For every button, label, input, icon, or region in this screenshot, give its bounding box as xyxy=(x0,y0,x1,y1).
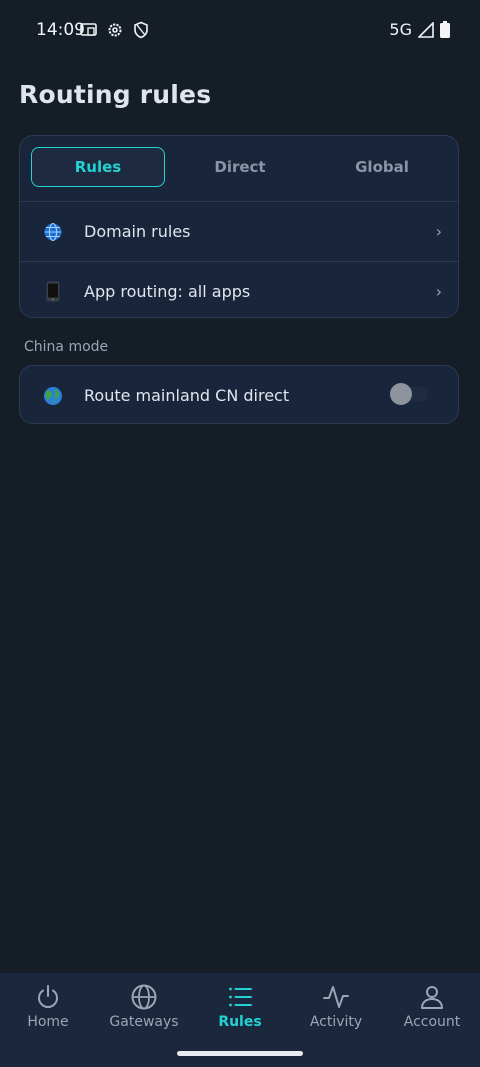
toggle-knob xyxy=(390,383,412,405)
list-icon xyxy=(229,987,252,1007)
chevron-right-icon: › xyxy=(435,282,442,301)
cast-icon xyxy=(80,23,97,36)
mode-tabs: Rules Direct Global xyxy=(20,136,458,202)
home-indicator[interactable] xyxy=(177,1051,303,1056)
nav-activity[interactable]: Activity xyxy=(288,973,384,1043)
globe-icon xyxy=(42,221,64,243)
nav-home-label: Home xyxy=(27,1014,69,1030)
phone-icon xyxy=(42,281,64,303)
vpn-shield-icon xyxy=(134,21,148,39)
tab-direct[interactable]: Direct xyxy=(173,147,307,187)
status-bar: 14:09 5G xyxy=(0,0,480,60)
nav-rules-label: Rules xyxy=(218,1014,262,1030)
status-indicators: 5G xyxy=(389,20,450,39)
globe-icon xyxy=(131,984,157,1010)
user-icon xyxy=(421,986,443,1009)
activity-icon xyxy=(323,986,349,1008)
nav-rules[interactable]: Rules xyxy=(192,973,288,1043)
china-mode-card: Route mainland CN direct xyxy=(19,365,459,424)
domain-rules-label: Domain rules xyxy=(84,222,191,241)
app-routing-row[interactable]: App routing: all apps › xyxy=(20,261,458,317)
settings-gear-icon xyxy=(108,23,122,37)
chevron-right-icon: › xyxy=(435,222,442,241)
nav-account[interactable]: Account xyxy=(384,973,480,1043)
app-routing-label: App routing: all apps xyxy=(84,282,251,301)
network-type: 5G xyxy=(389,20,412,39)
china-mode-row[interactable]: Route mainland CN direct xyxy=(20,366,458,423)
nav-home[interactable]: Home xyxy=(0,973,96,1043)
earth-icon xyxy=(42,385,64,407)
nav-activity-label: Activity xyxy=(309,1014,363,1030)
china-mode-section-label: China mode xyxy=(24,339,109,355)
battery-icon xyxy=(440,21,450,38)
china-mode-toggle[interactable] xyxy=(390,383,432,405)
nav-gateways-label: Gateways xyxy=(109,1014,179,1030)
routing-card: Rules Direct Global Domain rules › App r… xyxy=(19,135,459,318)
nav-gateways[interactable]: Gateways xyxy=(96,973,192,1043)
signal-icon xyxy=(418,21,434,38)
nav-account-label: Account xyxy=(403,1014,461,1030)
page-title: Routing rules xyxy=(19,80,212,109)
tab-rules[interactable]: Rules xyxy=(31,147,165,187)
china-mode-label: Route mainland CN direct xyxy=(84,386,290,405)
power-icon xyxy=(38,985,58,1008)
status-time: 14:09 xyxy=(36,20,85,40)
domain-rules-row[interactable]: Domain rules › xyxy=(20,202,458,261)
tab-global[interactable]: Global xyxy=(315,147,449,187)
